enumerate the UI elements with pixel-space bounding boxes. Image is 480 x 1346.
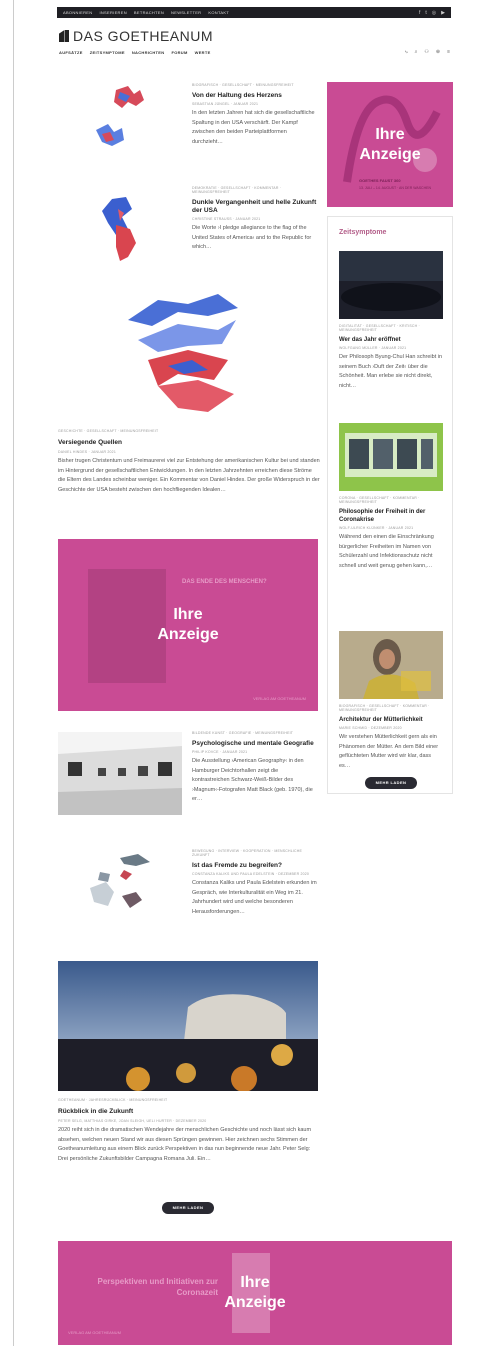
- social-links: f t ◎ ▶: [419, 10, 445, 16]
- ad-placeholder-label: Ihre Anzeige: [359, 125, 421, 163]
- sidebar-post-image[interactable]: [339, 631, 443, 699]
- post-4: Bildende Kunst · Geografie · Meinungsfre…: [192, 731, 317, 805]
- post-title[interactable]: Architektur der Mütterlichkeit: [339, 716, 443, 724]
- post-title[interactable]: Von der Haltung des Herzens: [192, 92, 317, 100]
- post-title[interactable]: Dunkle Vergangenheit und helle Zukunft d…: [192, 199, 317, 215]
- ad-sidebar-top[interactable]: GOETHES FAUST 360 13. JULI – 14. AUGUST …: [327, 82, 453, 207]
- topbar-link-newsletter[interactable]: Newsletter: [171, 10, 201, 15]
- language-icon[interactable]: ⊕: [436, 49, 440, 55]
- post-thumbnail-2[interactable]: [92, 195, 152, 267]
- user-icon[interactable]: ⚇: [424, 49, 428, 55]
- nav-item-nachrichten[interactable]: Nachrichten: [132, 50, 165, 55]
- topbar-link-inserieren[interactable]: Inserieren: [99, 10, 126, 15]
- site-logo[interactable]: DAS GOETHEANUM: [59, 28, 213, 44]
- post-title[interactable]: Versiegende Quellen: [58, 439, 320, 447]
- load-more-button[interactable]: Mehr laden: [162, 1202, 214, 1214]
- facebook-icon[interactable]: f: [419, 10, 420, 16]
- post-thumbnail-3[interactable]: [118, 290, 248, 420]
- post-title[interactable]: Psychologische und mentale Geografie: [192, 740, 317, 748]
- post-meta: Wolf-Ulrich Klünker · Januar 2021: [339, 526, 414, 530]
- menu-icon[interactable]: ≡: [447, 49, 450, 55]
- post-title[interactable]: Wer das Jahr eröffnet: [339, 336, 443, 344]
- post-category[interactable]: Biografisch · Gesellschaft · Meinungsfre…: [192, 83, 317, 87]
- nav-item-aufsaetze[interactable]: Aufsätze: [59, 50, 83, 55]
- post-title[interactable]: Philosophie der Freiheit in der Coronakr…: [339, 508, 443, 524]
- page-left-rule: [13, 0, 14, 1346]
- share-icon[interactable]: ⤷: [405, 49, 408, 55]
- post-category[interactable]: Digitalität · Gesellschaft · Kritisch · …: [339, 324, 443, 332]
- sidebar-post-2: Corona · Gesellschaft · Kommentar · Mein…: [339, 423, 443, 571]
- sidebar-post-image[interactable]: [339, 251, 443, 319]
- post-excerpt: Die Ausstellung ›American Geography‹ in …: [192, 758, 313, 802]
- post-thumbnail-4[interactable]: [58, 732, 182, 815]
- ad-placeholder-label: Ihre Anzeige: [157, 606, 219, 643]
- search-icon[interactable]: ⌕: [415, 49, 418, 55]
- post-1: Biografisch · Gesellschaft · Meinungsfre…: [192, 83, 317, 147]
- post-thumbnail-5[interactable]: [80, 852, 160, 920]
- ad-title: DAS ENDE DES MENSCHEN?: [182, 579, 267, 585]
- post-category[interactable]: Bildende Kunst · Geografie · Meinungsfre…: [192, 731, 317, 735]
- post-excerpt: Während den einen die Einschränkung bürg…: [339, 534, 434, 569]
- nav-icons: ⤷ ⌕ ⚇ ⊕ ≡: [405, 49, 450, 55]
- post-excerpt: Der Philosoph Byung-Chul Han schreibt in…: [339, 354, 443, 389]
- nav-item-zeitsymptome[interactable]: Zeitsymptome: [90, 50, 125, 55]
- post-thumbnail-6[interactable]: [58, 961, 318, 1091]
- sidebar-title: Zeitsymptome: [339, 229, 387, 236]
- top-bar: Abonnieren Inserieren Betrachten Newslet…: [57, 7, 451, 18]
- post-3: Geschichte · Gesellschaft · Meinungsfrei…: [58, 429, 320, 495]
- main-nav: Aufsätze Zeitsymptome Nachrichten Forum …: [59, 50, 211, 55]
- post-excerpt: Wir verstehen Mütterlichkeit gern als ei…: [339, 734, 439, 769]
- ad-side-lines: 13. JULI – 14. AUGUST · AN DER WASCHEN: [359, 186, 431, 190]
- sidebar-post-image[interactable]: [339, 423, 443, 491]
- post-excerpt: In den letzten Jahren hat sich die gesel…: [192, 110, 315, 145]
- post-meta: Philip Kovce · Januar 2021: [192, 750, 248, 754]
- logo-bar-icon: [65, 30, 69, 42]
- topbar-link-betrachten[interactable]: Betrachten: [134, 10, 164, 15]
- site-name: DAS GOETHEANUM: [73, 28, 214, 44]
- topbar-link-abonnieren[interactable]: Abonnieren: [63, 10, 92, 15]
- sidebar-post-3: Biografisch · Gesellschaft · Kommentar ·…: [339, 631, 443, 771]
- youtube-icon[interactable]: ▶: [441, 10, 445, 16]
- nav-item-forum[interactable]: Forum: [171, 50, 187, 55]
- post-meta: Sebastian Jüngel · Januar 2021: [192, 102, 259, 106]
- post-category[interactable]: Geschichte · Gesellschaft · Meinungsfrei…: [58, 429, 320, 433]
- nav-item-werte[interactable]: Werte: [195, 50, 211, 55]
- post-category[interactable]: Biografisch · Gesellschaft · Kommentar ·…: [339, 704, 443, 712]
- post-5: Bewegung · Interview · Kooperation · Men…: [192, 849, 317, 917]
- ad-banner-bottom[interactable]: Perspektiven und Initiativen zur Coronaz…: [58, 1241, 452, 1345]
- ad-bottom-footer: VERLAG AM GOETHEANUM: [68, 1330, 121, 1335]
- topbar-link-kontakt[interactable]: Kontakt: [208, 10, 229, 15]
- post-title[interactable]: Rückblick in die Zukunft: [58, 1108, 320, 1116]
- post-category[interactable]: Bewegung · Interview · Kooperation · Men…: [192, 849, 317, 857]
- post-2: Demokratie · Gesellschaft · Kommentar · …: [192, 186, 317, 253]
- sidebar-load-more-button[interactable]: Mehr laden: [365, 777, 417, 789]
- sidebar-post-1: Digitalität · Gesellschaft · Kritisch · …: [339, 251, 443, 391]
- ad-placeholder-label: Ihre Anzeige: [224, 1274, 286, 1311]
- post-6: Goetheanum · Jahresrückblick · Meinungsf…: [58, 1098, 320, 1164]
- post-excerpt: Die Worte ›I pledge allegiance to the fl…: [192, 225, 312, 250]
- post-excerpt: 2020 reiht sich in die dramatischen Wend…: [58, 1127, 312, 1162]
- post-meta: Marie Schmid · Dezember 2020: [339, 726, 402, 730]
- ad-banner-middle[interactable]: DAS ENDE DES MENSCHEN? VERLAG AM GOETHEA…: [58, 539, 318, 711]
- post-meta: Peter Selg, Matthias Girke, Joan Sleigh,…: [58, 1119, 207, 1123]
- post-category[interactable]: Corona · Gesellschaft · Kommentar · Mein…: [339, 496, 443, 504]
- post-meta: Constanza Kaliks und Paula Edelstein · D…: [192, 872, 310, 876]
- ad-side-title: GOETHES FAUST 360: [359, 178, 401, 183]
- post-excerpt: Bisher trugen Christentum und Freimaurer…: [58, 458, 320, 493]
- twitter-icon[interactable]: t: [425, 10, 426, 16]
- post-meta: Christine Strauss · Januar 2021: [192, 217, 261, 221]
- post-category[interactable]: Demokratie · Gesellschaft · Kommentar · …: [192, 186, 317, 194]
- sidebar-zeitsymptome: Zeitsymptome Digitalität · Gesellschaft …: [327, 216, 453, 794]
- post-meta: Wolfgang Müller · Januar 2021: [339, 346, 407, 350]
- instagram-icon[interactable]: ◎: [432, 10, 436, 16]
- ad-footer: VERLAG AM GOETHEANUM: [253, 696, 306, 701]
- post-thumbnail-1[interactable]: [88, 84, 158, 164]
- post-excerpt: Constanza Kaliks und Paula Edelstein erk…: [192, 880, 317, 915]
- post-category[interactable]: Goetheanum · Jahresrückblick · Meinungsf…: [58, 1098, 320, 1102]
- post-meta: Daniel Hindes · Januar 2021: [58, 450, 116, 454]
- post-title[interactable]: Ist das Fremde zu begreifen?: [192, 862, 317, 870]
